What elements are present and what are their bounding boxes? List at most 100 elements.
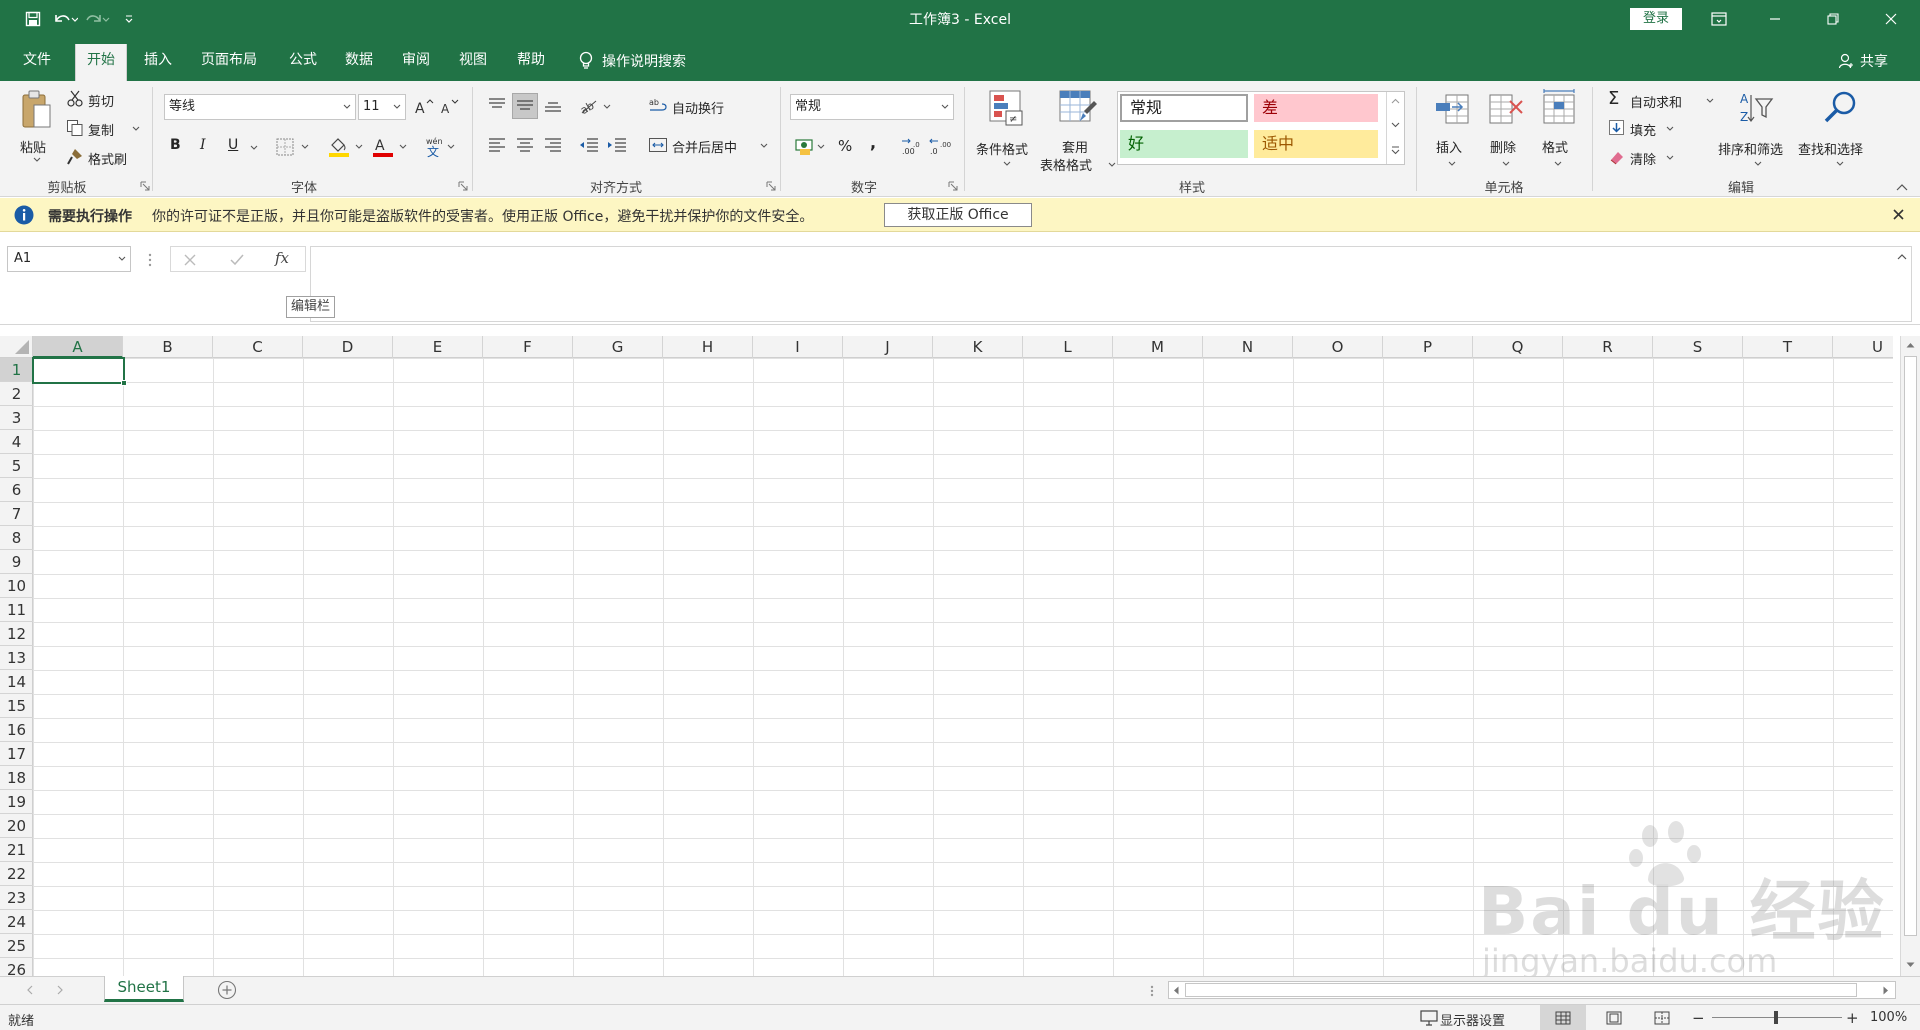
- prev-sheet-icon[interactable]: [26, 985, 34, 995]
- collapse-ribbon-icon[interactable]: [1896, 183, 1908, 191]
- row-header[interactable]: 17: [0, 742, 33, 766]
- row-header[interactable]: 21: [0, 838, 33, 862]
- row-header[interactable]: 15: [0, 694, 33, 718]
- column-header[interactable]: C: [213, 336, 303, 358]
- tab-help[interactable]: 帮助: [506, 44, 556, 81]
- scroll-right-icon[interactable]: [1883, 986, 1889, 995]
- column-header[interactable]: Q: [1473, 336, 1563, 358]
- copy-button[interactable]: 复制: [66, 117, 142, 139]
- decrease-decimal-button[interactable]: .0.00: [928, 135, 952, 157]
- scroll-down-icon[interactable]: [1906, 962, 1915, 968]
- row-header[interactable]: 25: [0, 934, 33, 958]
- minimize-button[interactable]: [1752, 0, 1798, 38]
- dialog-launcher-icon[interactable]: [140, 181, 150, 191]
- row-header[interactable]: 11: [0, 598, 33, 622]
- format-as-table-button[interactable]: 套用 表格格式: [1040, 89, 1116, 174]
- close-notice-icon[interactable]: [1893, 209, 1904, 220]
- gallery-scroll[interactable]: [1386, 92, 1404, 164]
- row-header[interactable]: 14: [0, 670, 33, 694]
- zoom-out-icon[interactable]: −: [1692, 1009, 1705, 1027]
- accounting-format-button[interactable]: [794, 135, 832, 157]
- page-layout-view-button[interactable]: [1594, 1005, 1634, 1030]
- chevron-down-icon[interactable]: [250, 145, 258, 151]
- close-button[interactable]: [1868, 0, 1914, 38]
- zoom-slider-thumb[interactable]: [1774, 1011, 1778, 1024]
- column-header[interactable]: K: [933, 336, 1023, 358]
- column-header[interactable]: D: [303, 336, 393, 358]
- login-button[interactable]: 登录: [1630, 8, 1682, 30]
- zoom-in-icon[interactable]: +: [1846, 1009, 1859, 1027]
- row-header[interactable]: 5: [0, 454, 33, 478]
- row-header[interactable]: 7: [0, 502, 33, 526]
- align-top-button[interactable]: [486, 95, 510, 115]
- zoom-slider[interactable]: [1712, 1011, 1842, 1024]
- increase-decimal-button[interactable]: .00.0: [900, 135, 924, 157]
- next-sheet-icon[interactable]: [56, 985, 64, 995]
- increase-indent-button[interactable]: [606, 135, 630, 155]
- align-left-button[interactable]: [486, 135, 510, 155]
- column-header[interactable]: T: [1743, 336, 1833, 358]
- font-name-box[interactable]: 等线: [164, 94, 356, 120]
- insert-function-icon[interactable]: fx: [275, 249, 289, 267]
- row-header[interactable]: 9: [0, 550, 33, 574]
- drag-handle-icon[interactable]: [1150, 985, 1154, 997]
- name-box[interactable]: A1: [7, 246, 131, 272]
- cell-style-good[interactable]: 好: [1120, 130, 1248, 158]
- row-header[interactable]: 1: [0, 358, 33, 382]
- ribbon-display-options-button[interactable]: [1696, 0, 1742, 38]
- decrease-font-size-button[interactable]: A: [438, 96, 460, 118]
- row-header[interactable]: 10: [0, 574, 33, 598]
- column-header[interactable]: O: [1293, 336, 1383, 358]
- row-header[interactable]: 16: [0, 718, 33, 742]
- column-header[interactable]: H: [663, 336, 753, 358]
- comma-style-button[interactable]: ,: [870, 133, 882, 153]
- wrap-text-button[interactable]: ab 自动换行: [648, 94, 758, 118]
- horizontal-scroll-thumb[interactable]: [1185, 983, 1857, 997]
- fill-button[interactable]: 填充: [1608, 117, 1678, 139]
- get-genuine-office-button[interactable]: 获取正版 Office: [884, 203, 1032, 227]
- dialog-launcher-icon[interactable]: [766, 181, 776, 191]
- cell-style-neutral[interactable]: 适中: [1254, 130, 1378, 158]
- row-header[interactable]: 13: [0, 646, 33, 670]
- column-header[interactable]: G: [573, 336, 663, 358]
- restore-button[interactable]: [1810, 0, 1856, 38]
- cell-style-normal[interactable]: 常规: [1120, 94, 1248, 122]
- display-settings-button[interactable]: 显示器设置: [1420, 1007, 1530, 1029]
- clear-button[interactable]: 清除: [1608, 146, 1678, 168]
- underline-button[interactable]: U: [228, 137, 244, 157]
- find-select-button[interactable]: 查找和选择: [1798, 89, 1880, 173]
- phonetic-guide-button[interactable]: wén 文: [424, 135, 460, 159]
- zoom-level[interactable]: 100%: [1870, 1010, 1907, 1025]
- tab-formulas[interactable]: 公式: [278, 44, 328, 81]
- align-right-button[interactable]: [542, 135, 566, 155]
- autosum-button[interactable]: Σ 自动求和: [1608, 89, 1716, 111]
- column-header[interactable]: N: [1203, 336, 1293, 358]
- format-painter-button[interactable]: 格式刷: [66, 146, 144, 168]
- cell-style-bad[interactable]: 差: [1254, 94, 1378, 122]
- column-header[interactable]: L: [1023, 336, 1113, 358]
- column-header[interactable]: R: [1563, 336, 1653, 358]
- vertical-scroll-thumb[interactable]: [1904, 356, 1917, 936]
- dialog-launcher-icon[interactable]: [948, 181, 958, 191]
- normal-view-button[interactable]: [1540, 1005, 1586, 1030]
- row-header[interactable]: 18: [0, 766, 33, 790]
- tab-home[interactable]: 开始: [75, 44, 127, 81]
- column-header[interactable]: P: [1383, 336, 1473, 358]
- scroll-up-icon[interactable]: [1906, 342, 1915, 348]
- row-header[interactable]: 12: [0, 622, 33, 646]
- collapse-formula-bar-icon[interactable]: [1897, 253, 1907, 260]
- select-all-button[interactable]: [0, 336, 33, 358]
- cancel-entry-icon[interactable]: [183, 253, 197, 267]
- new-sheet-icon[interactable]: [217, 980, 237, 1000]
- column-header[interactable]: M: [1113, 336, 1203, 358]
- share-button[interactable]: 共享: [1838, 44, 1888, 77]
- horizontal-scrollbar[interactable]: [1168, 981, 1896, 999]
- insert-cells-button[interactable]: 插入: [1430, 89, 1474, 173]
- column-header[interactable]: J: [843, 336, 933, 358]
- orientation-button[interactable]: ab: [578, 95, 614, 117]
- row-header[interactable]: 6: [0, 478, 33, 502]
- row-header[interactable]: 19: [0, 790, 33, 814]
- column-header[interactable]: I: [753, 336, 843, 358]
- borders-button[interactable]: [276, 137, 312, 159]
- row-header[interactable]: 24: [0, 910, 33, 934]
